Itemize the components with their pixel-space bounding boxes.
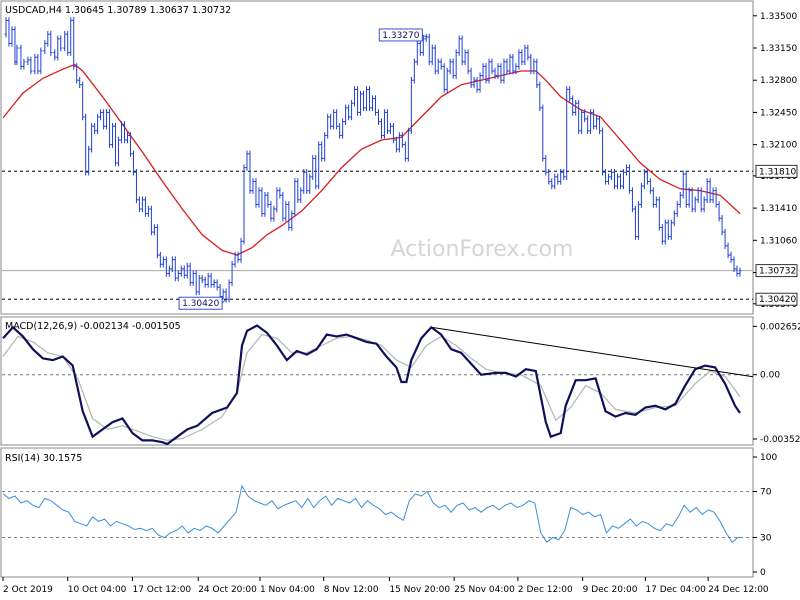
x-axis-label: 24 Oct 20:00 [198, 585, 257, 595]
rsi-axis-label: 0 [760, 568, 766, 578]
macd-signal-line [2, 333, 741, 442]
price-axis-label: 1.31060 [760, 236, 797, 246]
rsi-panel-header: RSI(14) 30.1575 [5, 453, 82, 464]
x-axis-label: 10 Oct 04:00 [68, 585, 127, 595]
rsi-axis-label: 30 [760, 534, 772, 544]
annotation-leader [221, 298, 227, 304]
macd-panel-header: MACD(12,26,9) -0.002134 -0.001505 [5, 321, 181, 332]
rsi-axis-label: 100 [760, 453, 777, 463]
level-label: 1.30420 [759, 295, 796, 305]
x-axis-label: 2 Dec 12:00 [518, 585, 573, 595]
macd-axis-label: 0.00 [760, 371, 780, 381]
annotation-label: 1.30420 [182, 299, 219, 309]
price-axis-label: 1.32100 [760, 141, 797, 151]
level-label: 1.31810 [759, 167, 796, 177]
chart-canvas: ActionForex.com 1.33500 1.33150 1.32800 1.3… [0, 0, 800, 595]
price-axis-label: 1.33500 [760, 12, 797, 22]
macd-axis-label: 0.002652 [760, 322, 800, 332]
watermark: ActionForex.com [391, 237, 574, 262]
price-axis-label: 1.33150 [760, 44, 797, 54]
x-axis-label: 15 Nov 20:00 [389, 585, 450, 595]
price-axis-label: 1.32800 [760, 76, 797, 86]
annotation-label: 1.33270 [382, 31, 419, 41]
level-label: 1.30732 [759, 267, 796, 277]
price-panel-header: USDCAD,H4 1.30645 1.30789 1.30637 1.3073… [5, 5, 231, 16]
rsi-axis-label: 70 [760, 488, 772, 498]
x-axis-label: 24 Dec 12:00 [708, 585, 769, 595]
macd-panel-frame [0, 316, 754, 446]
x-axis-label: 17 Dec 04:00 [645, 585, 706, 595]
price-panel-frame [0, 0, 754, 315]
x-axis-label: 25 Nov 04:00 [454, 585, 515, 595]
rsi-panel-frame [0, 447, 754, 578]
moving-average-line [2, 63, 741, 256]
x-axis-label: 8 Nov 12:00 [324, 585, 379, 595]
price-axis-label: 1.32450 [760, 108, 797, 118]
x-axis-label: 2 Oct 2019 [3, 585, 53, 595]
x-axis-label: 1 Nov 04:00 [260, 585, 315, 595]
x-axis-label: 17 Oct 12:00 [132, 585, 191, 595]
rsi-line [2, 484, 740, 543]
macd-trendline [431, 326, 754, 378]
macd-axis-label: -0.003526 [760, 435, 800, 445]
price-axis-label: 1.31410 [760, 204, 797, 214]
x-axis-label: 9 Dec 20:00 [583, 585, 638, 595]
macd-line [2, 324, 741, 446]
